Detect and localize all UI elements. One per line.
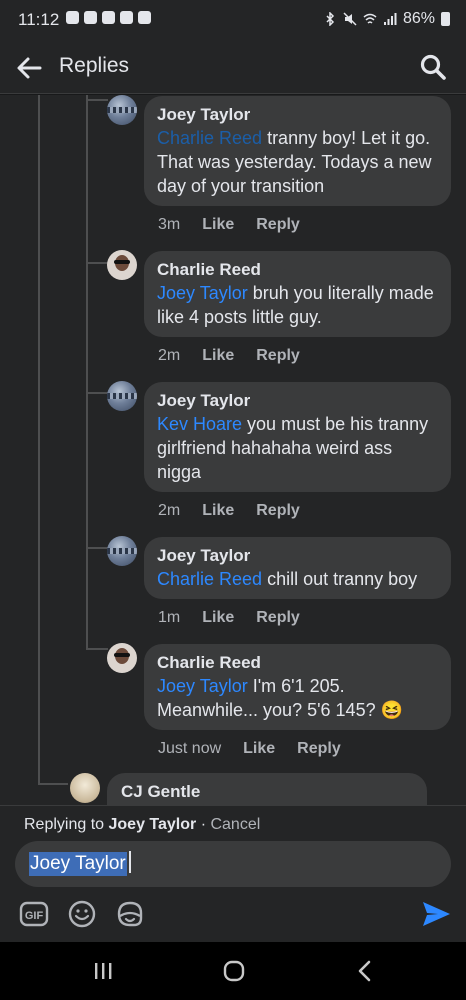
comment-time: 2m xyxy=(158,502,181,519)
reply-button[interactable]: Reply xyxy=(256,502,300,520)
comment-text: Joey Taylor bruh you literally made like… xyxy=(157,283,434,327)
avatar[interactable] xyxy=(107,381,137,411)
comment-bubble[interactable]: Joey Taylor Charlie Reed tranny boy! Let… xyxy=(144,96,451,206)
thread-connector xyxy=(86,262,108,264)
avatar[interactable] xyxy=(107,643,137,673)
comment-bubble[interactable]: Charlie Reed Joey Taylor I'm 6'1 205. Me… xyxy=(144,644,451,730)
reply-input-value[interactable]: Joey Taylor xyxy=(29,852,127,876)
comment-bubble[interactable]: Joey Taylor Kev Hoare you must be his tr… xyxy=(144,382,451,492)
thread-connector xyxy=(86,648,108,650)
comment-author[interactable]: Joey Taylor xyxy=(157,104,438,126)
send-icon[interactable] xyxy=(420,898,452,930)
thread-connector xyxy=(38,783,68,785)
search-icon[interactable] xyxy=(418,52,448,82)
chat-notification-icon xyxy=(66,11,79,24)
recent-apps-icon[interactable] xyxy=(88,956,118,986)
thread-connector xyxy=(86,547,108,549)
mention-link[interactable]: Joey Taylor xyxy=(157,676,248,696)
comment-author[interactable]: Joey Taylor xyxy=(157,390,438,412)
comment-actions: 3m Like Reply xyxy=(158,216,300,234)
messenger-notification-icon xyxy=(102,11,115,24)
comment-time: 1m xyxy=(158,609,181,626)
back-arrow-icon[interactable] xyxy=(14,52,46,84)
reply-button[interactable]: Reply xyxy=(297,740,341,758)
status-bar: 11:12 86% xyxy=(0,0,466,44)
comment-actions: 2m Like Reply xyxy=(158,502,300,520)
comment-author[interactable]: Charlie Reed xyxy=(157,259,438,281)
bluetooth-icon xyxy=(326,12,335,26)
like-button[interactable]: Like xyxy=(202,502,234,520)
thread-connector xyxy=(86,392,108,394)
comment-time: Just now xyxy=(158,740,222,757)
mute-icon xyxy=(343,12,357,26)
reply-button[interactable]: Reply xyxy=(256,347,300,365)
reply-input[interactable]: Joey Taylor xyxy=(15,841,451,887)
like-button[interactable]: Like xyxy=(202,347,234,365)
cancel-reply-button[interactable]: Cancel xyxy=(210,816,260,833)
like-button[interactable]: Like xyxy=(202,216,234,234)
gallery-notification-icon xyxy=(138,11,151,24)
thread-line-inner xyxy=(86,95,88,650)
comment-author[interactable]: Charlie Reed xyxy=(157,652,438,674)
mention-link[interactable]: Joey Taylor xyxy=(157,283,248,303)
text-cursor xyxy=(128,851,131,873)
battery-percent: 86% xyxy=(402,10,435,27)
battery-icon xyxy=(441,12,450,26)
app-notification-icon xyxy=(120,11,133,24)
sticker-icon[interactable] xyxy=(114,898,146,930)
comment-bubble[interactable]: Joey Taylor Charlie Reed chill out trann… xyxy=(144,537,451,599)
comment-author[interactable]: CJ Gentle xyxy=(121,781,413,803)
emoji-icon[interactable] xyxy=(66,898,98,930)
signal-icon xyxy=(383,13,397,25)
notification-icons xyxy=(66,11,151,24)
comment-text: Kev Hoare you must be his tranny girlfri… xyxy=(157,414,429,482)
avatar[interactable] xyxy=(107,95,137,125)
thread-connector xyxy=(86,99,108,101)
mention-link[interactable]: Charlie Reed xyxy=(157,128,262,148)
comment-text: Joey Taylor I'm 6'1 205. Meanwhile... yo… xyxy=(157,676,403,720)
comment-text: Charlie Reed tranny boy! Let it go. That… xyxy=(157,128,432,196)
comment-author[interactable]: Joey Taylor xyxy=(157,545,438,567)
back-nav-icon[interactable] xyxy=(350,956,380,986)
reply-button[interactable]: Reply xyxy=(256,216,300,234)
wifi-icon xyxy=(363,13,377,24)
avatar[interactable] xyxy=(107,536,137,566)
reply-composer: Replying to Joey Taylor · Cancel Joey Ta… xyxy=(0,805,466,942)
replying-to-name: Joey Taylor xyxy=(108,816,197,833)
comment-actions: Just now Like Reply xyxy=(158,740,341,758)
gif-icon[interactable]: GIF xyxy=(18,898,50,930)
svg-text:GIF: GIF xyxy=(25,910,44,922)
mention-link[interactable]: Charlie Reed xyxy=(157,569,262,589)
system-nav-bar xyxy=(0,942,466,1000)
header: Replies xyxy=(0,44,466,94)
avatar[interactable] xyxy=(107,250,137,280)
comment-time: 3m xyxy=(158,216,181,233)
avatar[interactable] xyxy=(70,773,100,803)
thread-line-outer xyxy=(38,95,40,785)
status-right: 86% xyxy=(323,10,450,28)
reply-button[interactable]: Reply xyxy=(256,609,300,627)
status-time: 11:12 xyxy=(18,10,60,29)
comment-bubble[interactable]: Charlie Reed Joey Taylor bruh you litera… xyxy=(144,251,451,337)
replying-to-label: Replying to Joey Taylor · Cancel xyxy=(24,816,261,833)
comment-actions: 2m Like Reply xyxy=(158,347,300,365)
mention-link[interactable]: Kev Hoare xyxy=(157,414,242,434)
home-icon[interactable] xyxy=(219,956,249,986)
comment-text: Charlie Reed chill out tranny boy xyxy=(157,569,418,589)
comment-actions: 1m Like Reply xyxy=(158,609,300,627)
comment-time: 2m xyxy=(158,347,181,364)
page-title: Replies xyxy=(59,54,130,77)
like-button[interactable]: Like xyxy=(202,609,234,627)
like-button[interactable]: Like xyxy=(243,740,275,758)
snapchat-notification-icon xyxy=(84,11,97,24)
